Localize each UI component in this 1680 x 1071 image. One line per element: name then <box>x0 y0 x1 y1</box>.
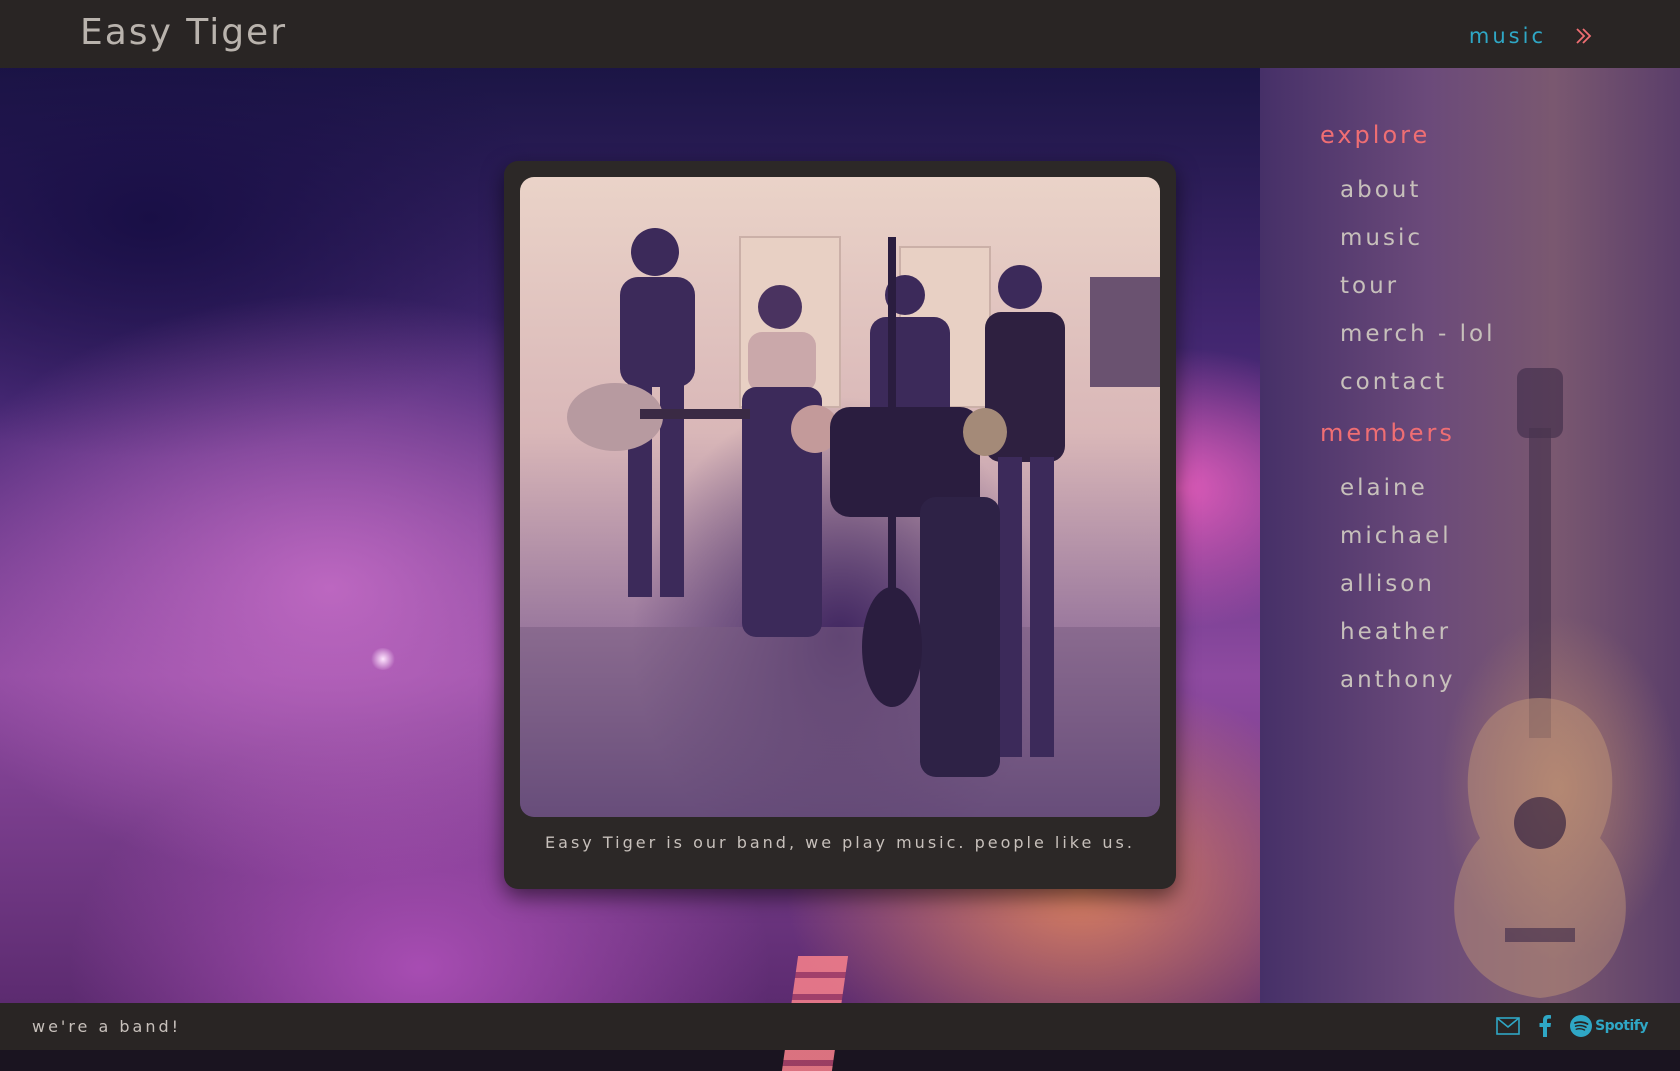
side-navigation: explore about music tour merch - lol con… <box>1320 118 1496 704</box>
nav-item-anthony[interactable]: anthony <box>1340 656 1496 704</box>
band-photo-illustration <box>520 228 1160 817</box>
spotify-icon[interactable]: Spotify <box>1570 1015 1648 1037</box>
double-chevron-right-icon[interactable] <box>1574 26 1594 46</box>
band-caption: Easy Tiger is our band, we play music. p… <box>545 833 1135 852</box>
band-photo <box>520 177 1160 817</box>
top-bar: Easy Tiger music <box>0 0 1680 68</box>
nav-item-allison[interactable]: allison <box>1340 560 1496 608</box>
header-nav: music <box>1469 24 1594 48</box>
band-photo-card: Easy Tiger is our band, we play music. p… <box>504 161 1176 889</box>
nav-item-michael[interactable]: michael <box>1340 512 1496 560</box>
nav-item-contact[interactable]: contact <box>1340 358 1496 406</box>
nav-item-heather[interactable]: heather <box>1340 608 1496 656</box>
nav-item-music[interactable]: music <box>1340 214 1496 262</box>
nav-heading-members: members <box>1320 419 1455 447</box>
stage-light <box>370 648 396 670</box>
nav-item-merch[interactable]: merch - lol <box>1340 310 1496 358</box>
social-links: Spotify <box>1496 1015 1648 1037</box>
site-title[interactable]: Easy Tiger <box>80 12 287 53</box>
header-music-link[interactable]: music <box>1469 24 1546 48</box>
spotify-label: Spotify <box>1595 1018 1648 1034</box>
nav-item-about[interactable]: about <box>1340 166 1496 214</box>
nav-item-tour[interactable]: tour <box>1340 262 1496 310</box>
bottom-bar: we're a band! Spotify <box>0 1003 1680 1050</box>
mail-icon[interactable] <box>1496 1017 1520 1035</box>
nav-heading-explore: explore <box>1320 121 1431 149</box>
side-panel: explore about music tour merch - lol con… <box>1260 68 1680 1003</box>
facebook-icon[interactable] <box>1538 1015 1552 1037</box>
footer-tagline: we're a band! <box>32 1017 182 1036</box>
nav-item-elaine[interactable]: elaine <box>1340 464 1496 512</box>
